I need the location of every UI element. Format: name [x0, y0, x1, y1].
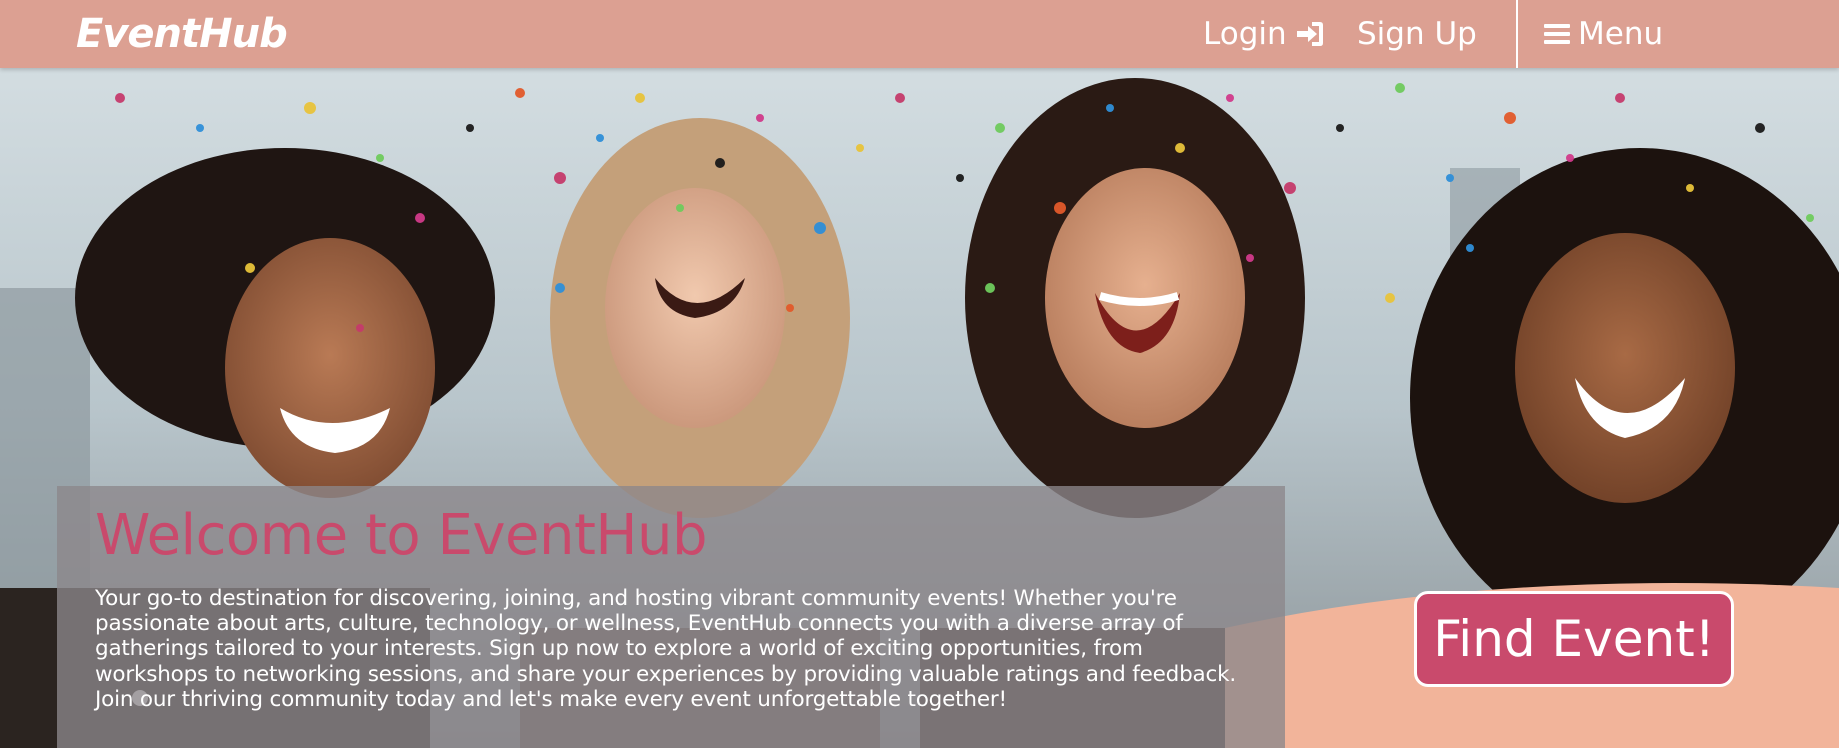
- top-navbar: EventHub Login Sign Up Menu: [0, 0, 1839, 68]
- signup-link[interactable]: Sign Up: [1357, 0, 1477, 68]
- welcome-panel: Welcome to EventHub Your go-to destinati…: [57, 486, 1285, 748]
- welcome-title: Welcome to EventHub: [95, 503, 708, 568]
- nav-divider: [1516, 0, 1518, 68]
- hero-section: Welcome to EventHub Your go-to destinati…: [0, 68, 1839, 748]
- hamburger-icon: [1544, 24, 1570, 44]
- login-label: Login: [1203, 16, 1287, 52]
- menu-button[interactable]: Menu: [1544, 0, 1663, 68]
- welcome-description: Your go-to destination for discovering, …: [95, 586, 1237, 712]
- login-link[interactable]: Login: [1203, 0, 1325, 68]
- menu-label: Menu: [1578, 16, 1664, 52]
- find-event-button[interactable]: Find Event!: [1414, 591, 1734, 687]
- brand-logo[interactable]: EventHub: [76, 8, 288, 60]
- signup-label: Sign Up: [1357, 16, 1477, 52]
- sign-in-icon: [1296, 22, 1323, 46]
